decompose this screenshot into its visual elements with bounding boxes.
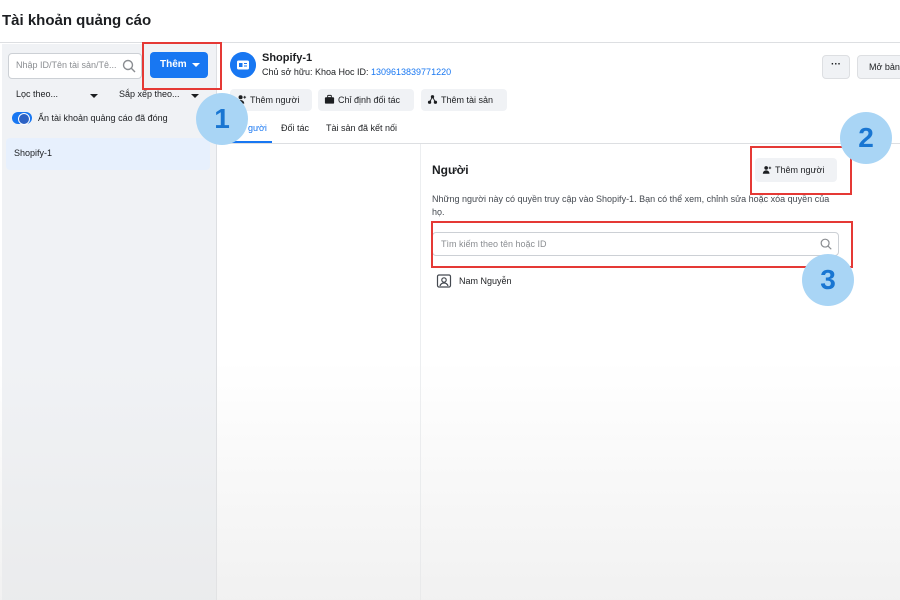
briefcase-icon <box>324 94 335 104</box>
open-button[interactable]: Mở bản <box>857 55 900 79</box>
filter-label: Lọc theo... <box>16 89 59 99</box>
assets-icon <box>427 95 438 104</box>
tab-partners[interactable]: Đối tác <box>281 123 309 133</box>
sidebar-item-label: Shopify-1 <box>14 148 53 158</box>
highlight-box-search <box>431 221 853 268</box>
highlight-box-add <box>142 42 222 90</box>
add-assets-label: Thêm tài sản <box>441 95 494 105</box>
page-title: Tài khoản quảng cáo <box>2 12 152 29</box>
asset-search-input[interactable]: Nhập ID/Tên tài sản/Tê... <box>8 53 142 79</box>
ad-account-icon <box>230 52 256 78</box>
chevron-down-icon <box>191 94 199 98</box>
sidebar-item-shopify-1[interactable]: Shopify-1 <box>6 138 210 170</box>
account-id: 1309613839771220 <box>371 67 452 77</box>
toggle-knob <box>18 113 30 125</box>
background-fade <box>0 360 900 600</box>
account-name: Shopify-1 <box>262 52 313 64</box>
step-badge-2: 2 <box>840 112 892 164</box>
sort-label: Sắp xếp theo... <box>119 89 180 99</box>
hide-closed-toggle[interactable] <box>12 112 32 125</box>
account-owner-line: Chủ sở hữu: Khoa Hoc ID: 130961383977122… <box>262 67 451 77</box>
open-button-label: Mở bản <box>869 62 900 72</box>
step-badge-3: 3 <box>802 254 854 306</box>
assign-partner-button[interactable]: Chỉ định đối tác <box>318 89 414 111</box>
people-heading: Người <box>432 163 469 177</box>
chevron-down-icon <box>90 94 98 98</box>
more-options-button[interactable]: ··· <box>822 55 850 79</box>
highlight-box-add-person <box>750 146 852 195</box>
divider <box>0 42 900 43</box>
add-assets-button[interactable]: Thêm tài sản <box>421 89 507 111</box>
tab-people[interactable]: gười <box>248 123 267 133</box>
divider <box>222 143 900 144</box>
filter-dropdown[interactable]: Lọc theo... <box>16 85 98 105</box>
person-card-icon <box>436 274 452 288</box>
step-badge-1: 1 <box>196 93 248 145</box>
hide-closed-label: Ẩn tài khoản quảng cáo đã đóng <box>38 113 168 123</box>
add-people-label: Thêm người <box>250 95 300 105</box>
people-description: Những người này có quyền truy cập vào Sh… <box>432 194 830 217</box>
tab-connected-assets[interactable]: Tài sản đã kết nối <box>326 123 397 133</box>
assign-partner-label: Chỉ định đối tác <box>338 95 401 105</box>
asset-search-placeholder: Nhập ID/Tên tài sản/Tê... <box>16 60 117 70</box>
member-name[interactable]: Nam Nguyễn <box>459 276 512 286</box>
search-icon <box>122 59 136 73</box>
owner-prefix: Chủ sở hữu: Khoa Hoc ID: <box>262 67 369 77</box>
